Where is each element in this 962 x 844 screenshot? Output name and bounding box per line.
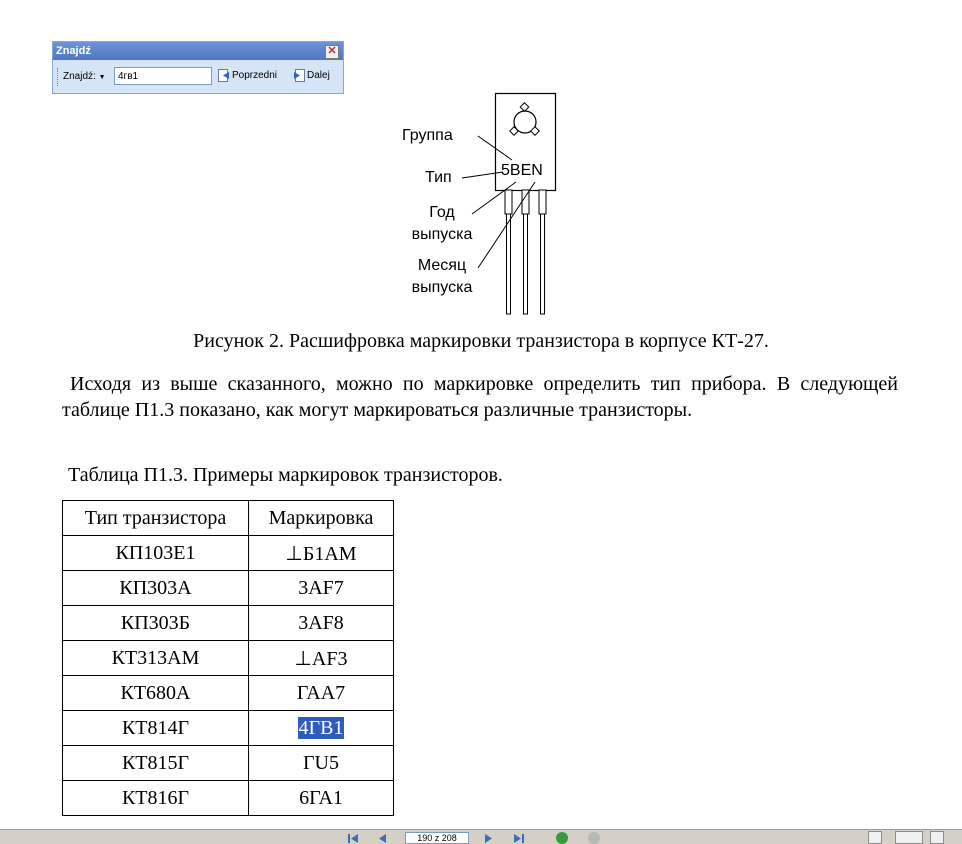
cell-marking: 6ГА1 — [248, 780, 394, 816]
first-page-icon[interactable] — [347, 832, 359, 844]
table-row: КП303А 3AF7 — [62, 570, 394, 606]
transistor-figure: Группа Тип Год выпуска Месяц выпуска 5BE… — [400, 90, 570, 320]
table-row: КП103Е1 ⊥Б1АМ — [62, 535, 394, 571]
header-marking: Маркировка — [248, 500, 394, 536]
label-month: Месяц выпуска — [403, 255, 481, 299]
cell-marking: ⊥AF3 — [248, 640, 394, 676]
next-page-icon[interactable] — [483, 832, 495, 844]
cell-marking: ГАА7 — [248, 675, 394, 711]
cell-type: КТ313АМ — [62, 640, 249, 676]
figure-caption: Рисунок 2. Расшифровка маркировки транзи… — [193, 330, 769, 352]
go-forward-icon[interactable] — [588, 832, 600, 844]
marking-table: Тип транзистора Маркировка КП103Е1 ⊥Б1АМ… — [62, 500, 394, 816]
body-paragraph: Исходя из выше сказанного, можно по марк… — [62, 373, 898, 421]
previous-button-label: Poprzedni — [232, 70, 278, 81]
table-row: КТ680А ГАА7 — [62, 675, 394, 711]
next-arrow-icon — [294, 69, 305, 82]
cell-marking: 3AF7 — [248, 570, 394, 606]
cell-type: КТ680А — [62, 675, 249, 711]
previous-arrow-icon — [218, 69, 229, 82]
search-highlight[interactable]: 4ГВ1 — [297, 716, 345, 739]
header-transistor-type: Тип транзистора — [62, 500, 249, 536]
cell-marking[interactable]: 4ГВ1 — [248, 710, 394, 746]
next-button[interactable]: Dalej — [293, 69, 330, 82]
table-header-row: Тип транзистора Маркировка — [62, 500, 394, 536]
cell-marking: ГU5 — [248, 745, 394, 781]
table-title: Таблица П1.3. Примеры маркировок транзис… — [68, 464, 503, 486]
label-year: Год выпуска — [403, 202, 481, 246]
next-button-label: Dalej — [307, 70, 330, 81]
table-row: КТ816Г 6ГА1 — [62, 780, 394, 816]
find-toolbar-titlebar[interactable]: Znajdź ✕ — [53, 42, 343, 60]
cell-marking: 3AF8 — [248, 605, 394, 641]
cell-type: КП303Б — [62, 605, 249, 641]
cell-type: КП103Е1 — [62, 535, 249, 571]
chevron-down-icon: ▼ — [98, 74, 106, 81]
facing-pages-view-icon[interactable] — [930, 831, 944, 844]
cell-type: КП303А — [62, 570, 249, 606]
status-bar: 190 z 208 — [0, 829, 962, 844]
table-row: КП303Б 3AF8 — [62, 605, 394, 641]
toolbar-grip-handle[interactable] — [57, 68, 61, 86]
find-dropdown-label[interactable]: Znajdź: ▼ — [63, 71, 106, 82]
table-row: КТ814Г 4ГВ1 — [62, 710, 394, 746]
find-toolbar: Znajdź ✕ Znajdź: ▼ Poprzedni Dalej — [52, 41, 344, 94]
single-page-view-icon[interactable] — [868, 831, 882, 844]
close-icon[interactable]: ✕ — [325, 45, 339, 59]
marking-text: 5BEN — [501, 162, 543, 179]
find-input[interactable] — [114, 67, 212, 85]
cell-type: КТ814Г — [62, 710, 249, 746]
previous-page-icon[interactable] — [376, 832, 388, 844]
label-year-line2: выпуска — [411, 226, 473, 243]
table-row: КТ815Г ГU5 — [62, 745, 394, 781]
cell-type: КТ815Г — [62, 745, 249, 781]
go-back-icon[interactable] — [556, 832, 568, 844]
find-toolbar-title: Znajdź — [56, 45, 91, 57]
find-toolbar-row: Znajdź: ▼ Poprzedni Dalej — [57, 66, 339, 88]
label-month-line2: выпуска — [411, 279, 473, 296]
label-group: Группа — [402, 127, 453, 144]
continuous-view-icon[interactable] — [895, 831, 923, 844]
label-year-line1: Год — [429, 204, 455, 221]
find-label-text: Znajdź: — [63, 71, 96, 82]
table-row: КТ313АМ ⊥AF3 — [62, 640, 394, 676]
cell-type: КТ816Г — [62, 780, 249, 816]
label-month-line1: Месяц — [417, 257, 467, 274]
page-number-input[interactable]: 190 z 208 — [405, 832, 469, 844]
cell-marking: ⊥Б1АМ — [248, 535, 394, 571]
label-type: Тип — [425, 169, 452, 186]
previous-button[interactable]: Poprzedni — [218, 69, 277, 82]
last-page-icon[interactable] — [513, 832, 525, 844]
